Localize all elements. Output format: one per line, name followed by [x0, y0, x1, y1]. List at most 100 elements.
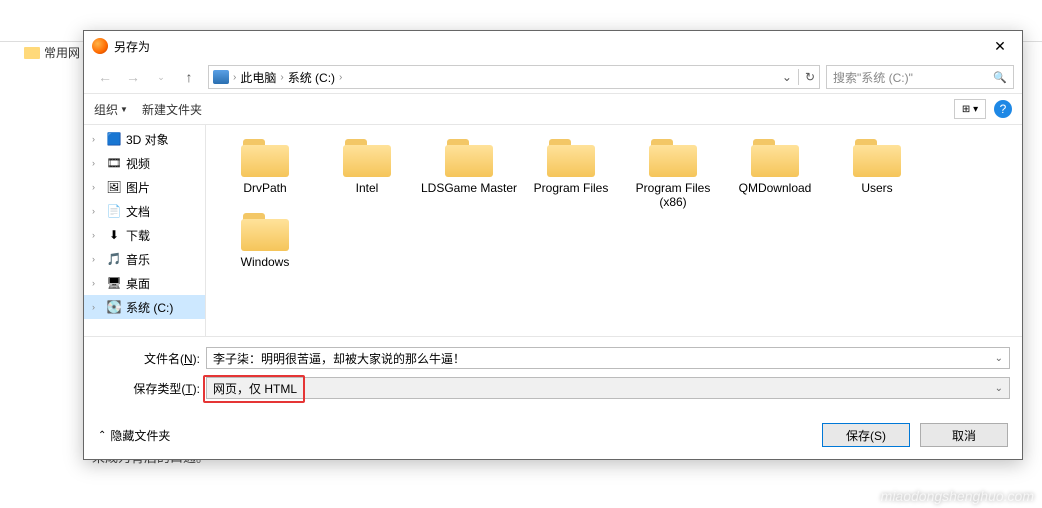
chevron-right-icon: ›: [233, 72, 236, 83]
watermark: miaodongshenghuo.com: [881, 488, 1034, 504]
nav-history-button[interactable]: ⌄: [148, 65, 174, 89]
tree-item[interactable]: ›💽系统 (C:): [84, 295, 205, 319]
chevron-right-icon: ›: [280, 72, 283, 83]
chevron-right-icon: ›: [92, 302, 102, 312]
dialog-title: 另存为: [114, 38, 986, 55]
tree-item-icon: 💽: [106, 299, 122, 315]
refresh-icon[interactable]: ↻: [805, 70, 815, 84]
tree-item[interactable]: ›🟦3D 对象: [84, 127, 205, 151]
folder-item[interactable]: Program Files (x86): [622, 135, 724, 209]
titlebar: 另存为 ✕: [84, 31, 1022, 61]
tree-item-label: 文档: [126, 203, 150, 220]
filename-value: 李子柒：明明很苦逼，却被大家说的那么牛逼！: [213, 350, 465, 367]
chevron-up-icon: ⌃: [98, 430, 106, 441]
chevron-right-icon: ›: [92, 254, 102, 264]
tree-item[interactable]: › 📄文档: [84, 199, 205, 223]
view-options-button[interactable]: ⊞ ▾: [954, 99, 986, 119]
breadcrumb-drive[interactable]: 系统 (C:): [288, 69, 335, 86]
folder-label: Program Files: [534, 181, 609, 195]
folder-item[interactable]: Users: [826, 135, 928, 209]
folder-label: Windows: [241, 255, 290, 269]
folder-label: Users: [861, 181, 892, 195]
folder-icon: [543, 135, 599, 179]
chevron-down-icon[interactable]: ⌄: [995, 383, 1003, 394]
cancel-button[interactable]: 取消: [920, 423, 1008, 447]
filetype-value: 网页，仅 HTML: [213, 380, 297, 397]
save-as-dialog: 另存为 ✕ ← → ⌄ ↑ › 此电脑 › 系统 (C:) › ⌄ ↻ 搜索"系…: [83, 30, 1023, 460]
search-placeholder: 搜索"系统 (C:)": [833, 69, 913, 86]
folder-icon: [237, 209, 293, 253]
tree-item-icon: 🎵: [106, 251, 122, 267]
background-tab: 常用网: [20, 40, 84, 65]
search-input[interactable]: 搜索"系统 (C:)" 🔍: [826, 65, 1014, 89]
folder-label: Intel: [356, 181, 379, 195]
tree-item-icon: 🖼: [106, 179, 122, 195]
chevron-down-icon[interactable]: ⌄: [995, 353, 1003, 364]
hide-folders-toggle[interactable]: ⌃ 隐藏文件夹: [98, 427, 170, 444]
folder-icon: [237, 135, 293, 179]
breadcrumb[interactable]: › 此电脑 › 系统 (C:) › ⌄ ↻: [208, 65, 820, 89]
breadcrumb-dropdown[interactable]: ⌄: [782, 70, 792, 84]
folder-item[interactable]: Program Files: [520, 135, 622, 209]
tree-item[interactable]: ›🖥桌面: [84, 271, 205, 295]
new-folder-button[interactable]: 新建文件夹: [142, 101, 202, 118]
folder-label: QMDownload: [739, 181, 812, 195]
folder-icon: [339, 135, 395, 179]
chevron-right-icon: ›: [92, 278, 102, 288]
drive-icon: [213, 70, 229, 84]
organize-menu[interactable]: 组织▼: [94, 101, 128, 118]
search-icon: 🔍: [993, 71, 1007, 84]
chevron-right-icon: ›: [92, 206, 102, 216]
folder-label: Program Files (x86): [622, 181, 724, 209]
close-button[interactable]: ✕: [986, 38, 1014, 55]
filename-label: 文件名(N):: [96, 350, 206, 367]
tree-item[interactable]: › 🎵音乐: [84, 247, 205, 271]
filetype-label: 保存类型(T):: [96, 380, 206, 397]
nav-back-button[interactable]: ←: [92, 65, 118, 89]
tree-item[interactable]: › 🖼图片: [84, 175, 205, 199]
folder-item[interactable]: Intel: [316, 135, 418, 209]
chevron-right-icon: ›: [339, 72, 342, 83]
tree-item-label: 音乐: [126, 251, 150, 268]
folder-label: DrvPath: [243, 181, 286, 195]
folder-item[interactable]: Windows: [214, 209, 316, 269]
filename-input[interactable]: 李子柒：明明很苦逼，却被大家说的那么牛逼！ ⌄: [206, 347, 1010, 369]
tree-item[interactable]: › ⬇下载: [84, 223, 205, 247]
breadcrumb-root[interactable]: 此电脑: [240, 69, 276, 86]
save-button[interactable]: 保存(S): [822, 423, 910, 447]
background-tab-label: 常用网: [44, 44, 80, 61]
folder-icon: [849, 135, 905, 179]
chevron-right-icon: ›: [92, 134, 102, 144]
tree-item-icon: 🎞: [106, 155, 122, 171]
chevron-right-icon: ›: [92, 230, 102, 240]
folder-item[interactable]: QMDownload: [724, 135, 826, 209]
chevron-right-icon: ›: [92, 158, 102, 168]
nav-forward-button[interactable]: →: [120, 65, 146, 89]
folder-icon: [645, 135, 701, 179]
firefox-icon: [92, 38, 108, 54]
folder-label: LDSGame Master: [421, 181, 517, 195]
nav-up-button[interactable]: ↑: [176, 65, 202, 89]
folder-item[interactable]: LDSGame Master: [418, 135, 520, 209]
folder-list[interactable]: DrvPath Intel LDSGame Master Program Files P…: [206, 125, 1022, 336]
tree-item-label: 下载: [126, 227, 150, 244]
tree-item[interactable]: › 🎞视频: [84, 151, 205, 175]
divider: [798, 69, 799, 85]
folder-icon: [747, 135, 803, 179]
tree-item-icon: ⬇: [106, 227, 122, 243]
address-row: ← → ⌄ ↑ › 此电脑 › 系统 (C:) › ⌄ ↻ 搜索"系统 (C:)…: [84, 61, 1022, 93]
folder-item[interactable]: DrvPath: [214, 135, 316, 209]
nav-tree: ›🟦3D 对象›🎞视频›🖼图片›📄文档›⬇下载›🎵音乐›🖥桌面›💽系统 (C:): [84, 125, 206, 336]
help-button[interactable]: ?: [994, 100, 1012, 118]
filetype-select[interactable]: 网页，仅 HTML ⌄: [206, 377, 1010, 399]
tree-item-label: 桌面: [126, 275, 150, 292]
dialog-footer: ⌃ 隐藏文件夹 保存(S) 取消: [84, 413, 1022, 459]
chevron-right-icon: ›: [92, 182, 102, 192]
tree-item-icon: 🟦: [106, 131, 122, 147]
folder-icon: [441, 135, 497, 179]
fields-area: 文件名(N): 李子柒：明明很苦逼，却被大家说的那么牛逼！ ⌄ 保存类型(T):…: [84, 336, 1022, 413]
tree-item-label: 图片: [126, 179, 150, 196]
folder-icon: [24, 47, 40, 59]
tree-item-label: 视频: [126, 155, 150, 172]
tree-item-icon: 📄: [106, 203, 122, 219]
